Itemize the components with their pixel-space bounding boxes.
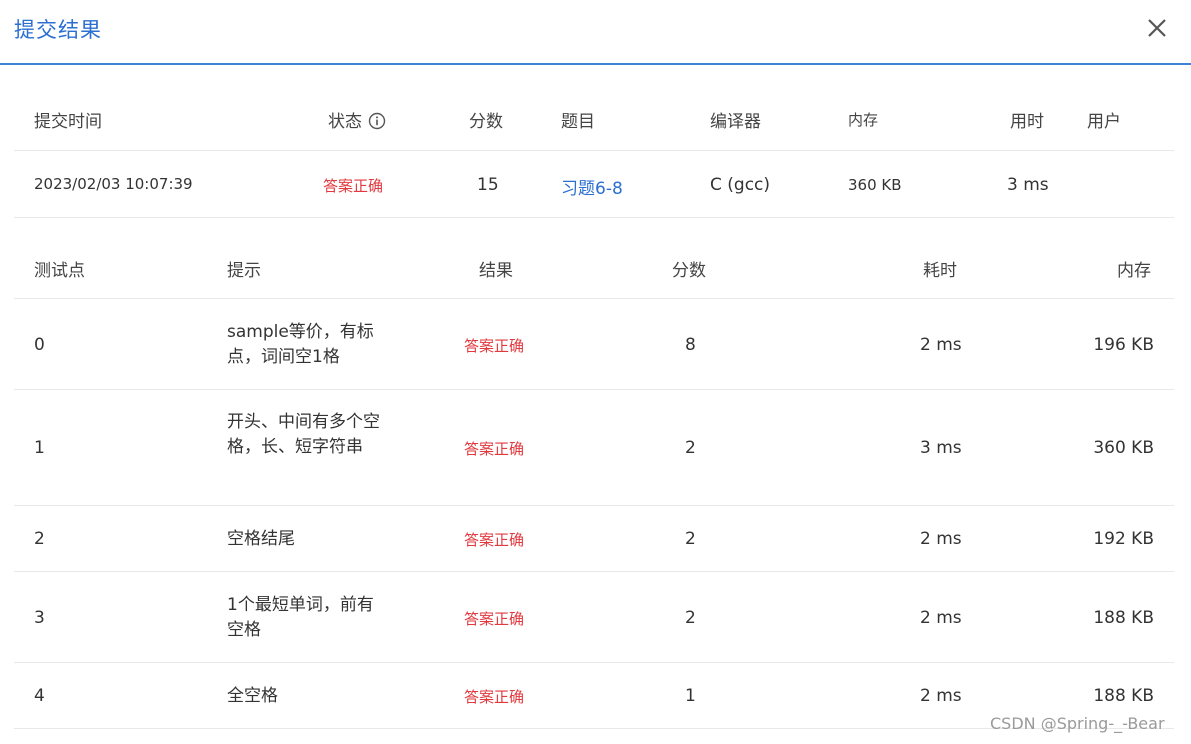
header-test-memory: 内存 [1117, 261, 1151, 281]
test-result: 答案正确 [464, 440, 525, 458]
header-test-score: 分数 [672, 261, 706, 281]
duration-value: 3 ms [1007, 175, 1049, 195]
test-hint: 空格结尾 [227, 529, 295, 549]
test-time: 2 ms [920, 529, 962, 549]
header-user: 用户 [1087, 112, 1121, 132]
test-result: 答案正确 [464, 610, 525, 628]
divider [14, 662, 1174, 663]
close-icon[interactable] [1145, 16, 1169, 40]
test-time: 3 ms [920, 438, 962, 458]
test-memory: 192 KB [1093, 529, 1154, 549]
test-time: 2 ms [920, 608, 962, 628]
test-memory: 360 KB [1093, 438, 1154, 458]
memory-value: 360 KB [848, 176, 902, 194]
divider [14, 298, 1174, 299]
divider [14, 217, 1174, 218]
header-submit-time: 提交时间 [34, 112, 102, 132]
test-hint: 全空格 [227, 686, 278, 706]
test-point-id: 3 [34, 608, 45, 628]
header-compiler: 编译器 [710, 112, 761, 132]
dialog-header: 提交结果 [0, 0, 1191, 65]
header-hint: 提示 [227, 261, 261, 281]
divider [14, 389, 1174, 390]
test-memory: 188 KB [1093, 608, 1154, 628]
divider [14, 150, 1174, 151]
status-badge: 答案正确 [323, 177, 384, 195]
test-hint: 1个最短单词，前有空格 [227, 595, 374, 640]
header-problem: 题目 [561, 112, 595, 132]
test-result: 答案正确 [464, 531, 525, 549]
info-icon[interactable] [368, 112, 386, 135]
test-result: 答案正确 [464, 688, 525, 706]
test-point-id: 2 [34, 529, 45, 549]
divider [14, 505, 1174, 506]
test-hint: sample等价，有标点，词间空1格 [227, 322, 374, 367]
compiler-value: C (gcc) [710, 175, 771, 195]
test-score: 1 [685, 686, 696, 706]
header-test-point: 测试点 [34, 261, 85, 281]
test-score: 8 [685, 335, 696, 355]
test-hint: 开头、中间有多个空格，长、短字符串 [227, 412, 380, 457]
test-point-id: 1 [34, 438, 45, 458]
test-memory: 196 KB [1093, 335, 1154, 355]
test-time: 2 ms [920, 335, 962, 355]
submission-score: 15 [477, 175, 499, 195]
header-duration: 用时 [1010, 112, 1044, 132]
dialog-title: 提交结果 [14, 18, 102, 42]
divider [14, 571, 1174, 572]
test-result: 答案正确 [464, 337, 525, 355]
watermark: CSDN @Spring-_-Bear [990, 714, 1165, 733]
problem-link[interactable]: 习题6-8 [561, 174, 623, 199]
test-score: 2 [685, 608, 696, 628]
test-score: 2 [685, 529, 696, 549]
header-memory: 内存 [848, 111, 879, 129]
test-time: 2 ms [920, 686, 962, 706]
header-status-label: 状态 [328, 112, 362, 132]
header-status: 状态 [328, 107, 386, 135]
submit-time: 2023/02/03 10:07:39 [34, 175, 193, 193]
test-score: 2 [685, 438, 696, 458]
header-time: 耗时 [923, 261, 957, 281]
test-point-id: 4 [34, 686, 45, 706]
header-result: 结果 [479, 261, 513, 281]
header-score: 分数 [469, 112, 503, 132]
test-memory: 188 KB [1093, 686, 1154, 706]
test-point-id: 0 [34, 335, 45, 355]
